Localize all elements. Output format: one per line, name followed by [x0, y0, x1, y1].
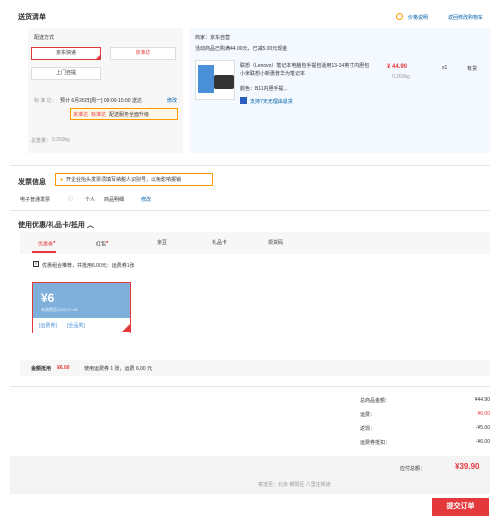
product-weight: 0.260kg [392, 74, 410, 80]
option-label: 上门自提 [55, 70, 76, 76]
selected-corner-icon [122, 324, 130, 332]
option-label: 京准达 [135, 50, 151, 56]
submit-order-button[interactable]: 提交订单 [432, 498, 489, 516]
selected-corner-icon [95, 54, 101, 60]
coupon-amount: ¥6 [41, 291, 55, 305]
bulb-icon: ● [60, 176, 64, 183]
price-note-link[interactable]: 价格说明 [408, 14, 428, 21]
delivery-option-jd-express[interactable]: 京东快递 [31, 47, 101, 60]
coupon-deduct-label: 运费券抵扣： [360, 440, 391, 446]
coupon-tab-bar [20, 232, 490, 254]
seller-name: 商家：京东自营 [195, 35, 231, 41]
standard-label: 标 准 达： [34, 98, 57, 104]
summary-total-row: 总商品金额： ¥44.90 [360, 397, 490, 404]
divider [10, 210, 490, 211]
laptop-bag-icon [214, 75, 234, 89]
tab-coupon[interactable]: 优惠券● [38, 239, 56, 248]
coupon-bottom-amount: ¥6.00 [57, 365, 70, 371]
coupon-type-freight: [运费券] [39, 323, 57, 329]
divider [10, 165, 490, 166]
chevron-up-icon: ︿ [86, 222, 94, 229]
order-summary-bar [10, 456, 490, 494]
coupon-type-all: [全品类] [67, 323, 85, 329]
invoice-help-icon[interactable]: ⓘ [68, 195, 73, 202]
combo-text: 优惠组合推荐，共抵用6.00元：运费券1张 [42, 263, 135, 269]
product-image[interactable] [195, 60, 235, 100]
dot-icon: ● [106, 239, 109, 244]
product-qty: x1 [442, 65, 448, 71]
total-value: ¥44.90 [474, 397, 490, 403]
divider [10, 386, 490, 387]
support-text: 支持7天无理由退货 [250, 99, 293, 105]
badge-jzd: 京准达 [73, 111, 89, 118]
delivery-label: 配送方式 [34, 35, 55, 41]
product-image-banner [198, 65, 214, 93]
invoice-type: 电子普通发票 [20, 197, 51, 203]
tab-redpacket[interactable]: 红包● [96, 239, 109, 248]
coupon-deduct-value: -¥6.00 [475, 439, 490, 445]
freight-value: ¥6.00 [477, 411, 490, 417]
tab-redeem-code[interactable]: 领货码 [268, 239, 283, 246]
summary-discount-row: 返现： -¥5.00 [360, 425, 490, 432]
badge-standard: 标准达 [91, 111, 107, 118]
payable-label: 应付总额： [400, 466, 426, 472]
delivery-modify-link[interactable]: 修改 [167, 97, 177, 104]
page-title: 送货清单 [18, 14, 46, 21]
badge-upgrade-text: 配送服务全面升级 [109, 111, 150, 118]
dot-icon: ● [53, 239, 56, 244]
address-label: 寄送至： [258, 482, 279, 488]
tab-giftcard[interactable]: 礼品卡 [212, 239, 227, 246]
return-icon [240, 97, 247, 104]
coupon-bottom-label: 金额抵用 [31, 366, 52, 372]
invoice-personal: 个人 [85, 197, 96, 203]
active-tab-underline [32, 251, 56, 253]
payable-amount: ¥39.90 [455, 462, 480, 471]
tab-jingdou[interactable]: 京豆 [157, 239, 167, 246]
invoice-notice-text: 开企业抬头发票须填写纳税人识别号，以免影响报销 [66, 177, 182, 183]
tab-label: 红包 [96, 241, 107, 248]
address-text: 北京 朝阳区 八里庄街道 [278, 482, 331, 488]
summary-freight-row: 运费： ¥6.00 [360, 411, 490, 418]
info-icon [396, 13, 403, 20]
coupon-title: 使用优惠/礼品卡/抵用 [18, 222, 85, 229]
product-stock: 有货 [467, 66, 478, 72]
coupon-card[interactable]: ¥6 有效期至2023-07-08 [运费券] [全品类] [32, 282, 131, 333]
coupon-section-toggle[interactable]: 使用优惠/礼品卡/抵用 ︿ [18, 220, 94, 230]
invoice-title: 发票信息 [18, 179, 46, 186]
option-label: 京东快递 [55, 50, 76, 56]
discount-label: 返现： [360, 426, 376, 432]
delivery-upgrade-badge: 京准达 标准达 配送服务全面升级 [70, 108, 178, 120]
total-label: 总商品金额： [360, 398, 391, 404]
coupon-bottom-detail: 使用运费券 1 张，运费 6.00 元 [84, 366, 153, 372]
tab-label: 优惠券 [38, 241, 54, 248]
product-name-link[interactable]: 联想（Lenovo）笔记本电脑包手提包适用13-14英寸内胆包小米联想小新惠普华… [240, 62, 370, 78]
invoice-notice: ● 开企业抬头发票须填写纳税人识别号，以免影响报销 [55, 173, 213, 186]
back-to-cart-link[interactable]: 返回修改购物车 [448, 14, 483, 21]
coupon-expire: 有效期至2023-07-08 [41, 307, 78, 312]
promo-text: 活动商品已购满44.00元，已减5.00元现金 [195, 46, 288, 52]
product-color: 颜色：B11内胆手提... [240, 86, 288, 92]
combo-checkbox[interactable]: ✓ [33, 261, 39, 267]
invoice-detail: 商品明细 [104, 197, 125, 203]
delivery-option-jzd[interactable]: 京准达 [110, 47, 176, 60]
delivery-option-pickup[interactable]: 上门自提 [31, 67, 101, 80]
weight-label: 总重量： [31, 138, 52, 144]
discount-value: -¥5.00 [475, 425, 490, 431]
weight-value: 0.260kg [52, 137, 70, 143]
freight-label: 运费： [360, 412, 376, 418]
invoice-modify-link[interactable]: 修改 [141, 196, 151, 203]
product-price: ¥ 44.90 [387, 64, 408, 70]
summary-coupon-row: 运费券抵扣： -¥6.00 [360, 439, 490, 446]
standard-time: 预计 6月26日[周一] 09:00-15:00 送达 [60, 98, 142, 104]
